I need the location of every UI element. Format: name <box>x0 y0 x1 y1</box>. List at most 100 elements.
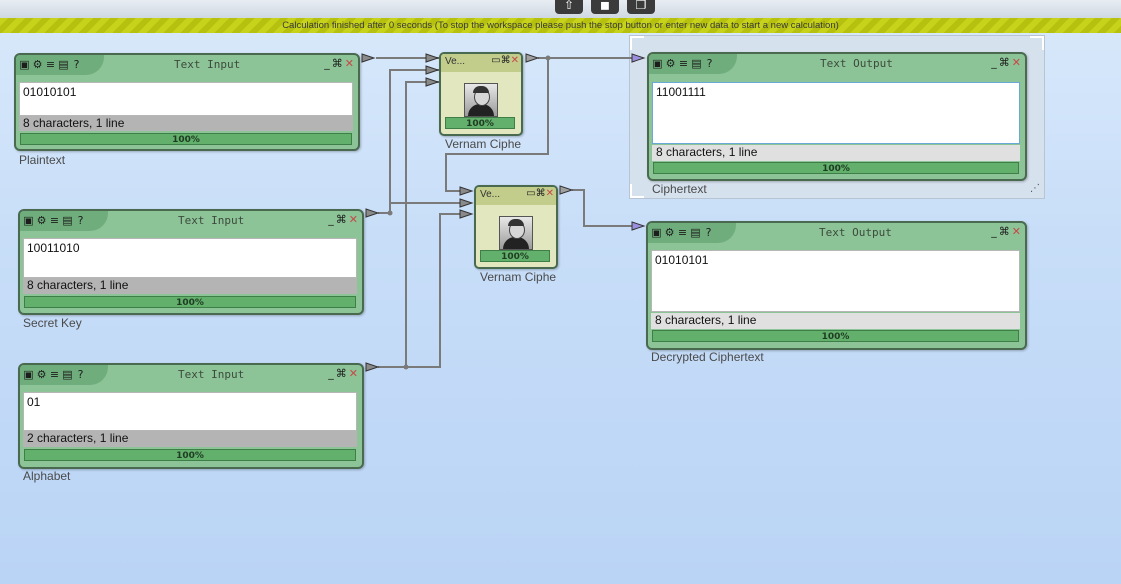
progress-bar: 100% <box>652 330 1019 342</box>
progress-bar: 100% <box>24 449 356 461</box>
image-icon[interactable]: ▣ <box>652 58 664 70</box>
help-icon[interactable]: ? <box>75 215 87 227</box>
text-output-area[interactable]: 11001111 <box>652 82 1020 144</box>
close-icon[interactable]: ✕ <box>1012 56 1021 69</box>
progress-bar: 100% <box>24 296 356 308</box>
maximize-icon[interactable]: ⌘ <box>336 213 347 226</box>
text-input-plaintext[interactable]: ▣ ⚙ ≡ ▤? Text Input _ ⌘ ✕ 01010101 8 characte… <box>14 53 360 151</box>
gear-icon[interactable]: ⚙ <box>36 215 48 227</box>
node-header: Ve... ▭⌘✕ <box>441 54 521 72</box>
image-icon[interactable]: ▣ <box>23 369 35 381</box>
node-title: Text Output <box>820 57 893 70</box>
clipboard-icon[interactable]: ▤ <box>691 58 703 70</box>
vernam-portrait-icon <box>499 216 533 250</box>
list-icon[interactable]: ≡ <box>49 369 61 381</box>
help-icon[interactable]: ? <box>704 58 716 70</box>
clipboard-icon[interactable]: ▤ <box>62 369 74 381</box>
text-input-area[interactable]: 01010101 <box>19 82 353 116</box>
wire <box>572 189 636 227</box>
vernam-cipher-node[interactable]: Ve... ▭⌘✕ 100% <box>474 185 558 269</box>
text-input-secret-key[interactable]: ▣ ⚙ ≡ ▤? Text Input _ ⌘ ✕ 10011010 8 characte… <box>18 209 364 315</box>
vernam-portrait-icon <box>464 83 498 117</box>
node-title: Text Input <box>178 214 245 227</box>
node-header: Ve... ▭⌘✕ <box>476 187 556 205</box>
input-port <box>459 209 474 219</box>
progress-bar: 100% <box>480 250 550 262</box>
window-controls: _ ⌘ ✕ <box>989 56 1021 69</box>
gear-icon[interactable]: ⚙ <box>32 59 44 71</box>
node-caption: Secret Key <box>23 316 82 330</box>
vernam-cipher-node[interactable]: Ve... ▭⌘✕ 100% <box>439 52 523 136</box>
help-icon[interactable]: ? <box>75 369 87 381</box>
clipboard-icon[interactable]: ▤ <box>690 227 702 239</box>
help-icon[interactable]: ? <box>703 227 715 239</box>
char-count: 8 characters, 1 line <box>651 313 1020 329</box>
maximize-icon[interactable]: ⌘ <box>536 188 546 199</box>
clipboard-icon[interactable]: ▤ <box>58 59 70 71</box>
minimize-icon[interactable]: _ <box>991 56 997 69</box>
close-icon[interactable]: ✕ <box>511 55 519 66</box>
minimize-icon[interactable]: _ <box>324 57 330 70</box>
node-toolbar: ▣ ⚙ ≡ ▤? <box>19 58 84 71</box>
maximize-icon[interactable]: ⌘ <box>999 56 1010 69</box>
input-port <box>425 65 440 75</box>
text-output-ciphertext[interactable]: ▣ ⚙ ≡ ▤? Text Output _ ⌘ ✕ 11001111 8 charact… <box>647 52 1027 181</box>
list-icon[interactable]: ≡ <box>45 59 57 71</box>
close-icon[interactable]: ✕ <box>349 213 358 226</box>
text-output-area[interactable]: 01010101 <box>651 250 1020 312</box>
image-icon[interactable]: ▣ <box>651 227 663 239</box>
output-port <box>525 53 540 63</box>
help-icon[interactable]: ? <box>71 59 83 71</box>
window-controls: _ ⌘ ✕ <box>326 367 358 380</box>
node-caption: Vernam Ciphe <box>480 270 557 284</box>
text-output-decrypted[interactable]: ▣ ⚙ ≡ ▤? Text Output _ ⌘ ✕ 01010101 8 charact… <box>646 221 1027 350</box>
maximize-icon[interactable]: ⌘ <box>332 57 343 70</box>
gear-icon[interactable]: ⚙ <box>664 227 676 239</box>
text-input-area[interactable]: 10011010 <box>23 238 357 278</box>
output-port <box>559 185 574 195</box>
node-header: ▣ ⚙ ≡ ▤? Text Input _ ⌘ ✕ <box>20 365 362 385</box>
close-icon[interactable]: ✕ <box>345 57 354 70</box>
close-icon[interactable]: ✕ <box>546 188 554 199</box>
char-count: 8 characters, 1 line <box>19 116 353 131</box>
node-title: Ve... <box>480 189 501 200</box>
node-toolbar: ▣ ⚙ ≡ ▤? <box>23 368 88 381</box>
maximize-icon[interactable]: ⌘ <box>501 55 511 66</box>
char-count: 2 characters, 1 line <box>23 431 357 447</box>
text-input-area[interactable]: 01 <box>23 392 357 431</box>
restore-icon[interactable]: ▭ <box>526 188 535 199</box>
node-caption: Alphabet <box>23 469 71 483</box>
list-icon[interactable]: ≡ <box>49 215 61 227</box>
window-controls: _ ⌘ ✕ <box>326 213 358 226</box>
node-title: Ve... <box>445 56 466 67</box>
maximize-icon[interactable]: ⌘ <box>336 367 347 380</box>
list-icon[interactable]: ≡ <box>678 58 690 70</box>
window-controls: _ ⌘ ✕ <box>322 57 354 70</box>
node-title: Text Input <box>178 368 245 381</box>
node-title: Text Output <box>819 226 892 239</box>
list-icon[interactable]: ≡ <box>677 227 689 239</box>
maximize-icon[interactable]: ⌘ <box>999 225 1010 238</box>
clipboard-icon[interactable]: ▤ <box>62 215 74 227</box>
node-header: ▣ ⚙ ≡ ▤? Text Input _ ⌘ ✕ <box>16 55 358 75</box>
restore-icon[interactable]: ▭ <box>491 55 500 66</box>
node-toolbar: ▣ ⚙ ≡ ▤? <box>652 57 717 70</box>
gear-icon[interactable]: ⚙ <box>665 58 677 70</box>
input-port <box>631 53 646 63</box>
output-port <box>365 362 380 372</box>
wire <box>406 213 460 368</box>
minimize-icon[interactable]: _ <box>328 213 334 226</box>
close-icon[interactable]: ✕ <box>349 367 358 380</box>
minimize-icon[interactable]: _ <box>991 225 997 238</box>
gear-icon[interactable]: ⚙ <box>36 369 48 381</box>
input-port <box>459 186 474 196</box>
input-port <box>425 77 440 87</box>
text-input-alphabet[interactable]: ▣ ⚙ ≡ ▤? Text Input _ ⌘ ✕ 01 2 characters, 1 … <box>18 363 364 469</box>
window-controls: ▭⌘✕ <box>526 188 554 199</box>
window-controls: ▭⌘✕ <box>491 55 519 66</box>
image-icon[interactable]: ▣ <box>19 59 31 71</box>
close-icon[interactable]: ✕ <box>1012 225 1021 238</box>
resize-handle-icon[interactable]: ⋰ <box>1030 183 1042 195</box>
image-icon[interactable]: ▣ <box>23 215 35 227</box>
minimize-icon[interactable]: _ <box>328 367 334 380</box>
